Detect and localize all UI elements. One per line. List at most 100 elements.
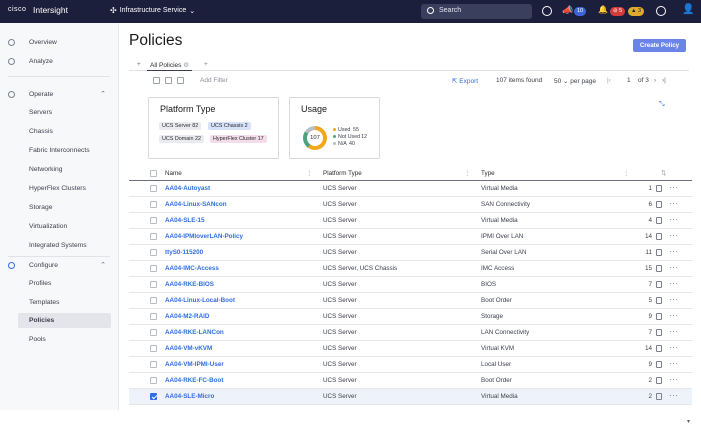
more-actions-icon[interactable]: ··· bbox=[669, 247, 679, 256]
row-checkbox[interactable] bbox=[150, 377, 157, 384]
policy-name-link[interactable]: AA04-RKE-LANCon bbox=[165, 329, 224, 336]
tab-all-policies[interactable]: All Policies ⚙ bbox=[147, 61, 193, 71]
document-icon[interactable] bbox=[656, 329, 662, 336]
table-row[interactable]: AA04-RKE-FC-Boot UCS Server Boot Order 2 ··· bbox=[129, 373, 692, 389]
tag-icon[interactable] bbox=[165, 77, 172, 84]
document-icon[interactable] bbox=[656, 345, 662, 352]
row-checkbox[interactable] bbox=[150, 185, 157, 192]
more-actions-icon[interactable]: ··· bbox=[669, 343, 679, 352]
column-resize-handle[interactable]: ⋮ bbox=[306, 170, 312, 177]
row-checkbox[interactable] bbox=[150, 233, 157, 240]
chip-ucs-chassis[interactable]: UCS Chassis 2 bbox=[208, 122, 251, 130]
document-icon[interactable] bbox=[656, 233, 662, 240]
document-icon[interactable] bbox=[656, 185, 662, 192]
new-tab-button[interactable]: + bbox=[204, 61, 208, 68]
more-actions-icon[interactable]: ··· bbox=[669, 327, 679, 336]
table-row[interactable]: ttyS0-115200 UCS Server Serial Over LAN 11 ·… bbox=[129, 245, 692, 261]
policy-name-link[interactable]: AA04-IPMIoverLAN-Policy bbox=[165, 233, 243, 240]
sidebar-item-analyze[interactable]: Analyze bbox=[0, 54, 118, 69]
global-search[interactable]: Search bbox=[421, 4, 532, 19]
row-checkbox[interactable] bbox=[150, 249, 157, 256]
policy-name-link[interactable]: AA04-VM-vKVM bbox=[165, 345, 212, 352]
document-icon[interactable] bbox=[656, 297, 662, 304]
sidebar-item-integrated-systems[interactable]: Integrated Systems bbox=[0, 238, 118, 253]
more-actions-icon[interactable]: ··· bbox=[669, 375, 679, 384]
document-icon[interactable] bbox=[656, 201, 662, 208]
export-button[interactable]: ⇱ Export bbox=[452, 77, 478, 85]
create-policy-button[interactable]: Create Policy bbox=[633, 39, 686, 52]
sidebar-item-fabric-interconnects[interactable]: Fabric Interconnects bbox=[0, 143, 118, 158]
table-row[interactable]: AA04-SLE-15 UCS Server Virtual Media 4 ··· bbox=[129, 213, 692, 229]
column-header-type[interactable]: Type bbox=[481, 170, 495, 177]
page-next-button[interactable]: › bbox=[654, 77, 656, 84]
table-row[interactable]: AA04-SLE-Micro UCS Server Virtual Media 2 ··… bbox=[129, 389, 692, 405]
table-scrollbar[interactable]: ▾ bbox=[687, 418, 693, 425]
row-checkbox[interactable] bbox=[150, 201, 157, 208]
policy-name-link[interactable]: AA04-Autoyast bbox=[165, 185, 210, 192]
sidebar-item-profiles[interactable]: Profiles bbox=[0, 276, 118, 291]
sidebar-section-configure[interactable]: Configure ⌃ bbox=[0, 258, 118, 273]
more-actions-icon[interactable]: ··· bbox=[669, 359, 679, 368]
document-icon[interactable] bbox=[656, 217, 662, 224]
sidebar-item-storage[interactable]: Storage bbox=[0, 200, 118, 215]
chip-ucs-server[interactable]: UCS Server 82 bbox=[159, 122, 202, 130]
sidebar-item-networking[interactable]: Networking bbox=[0, 162, 118, 177]
more-actions-icon[interactable]: ··· bbox=[669, 215, 679, 224]
policy-name-link[interactable]: AA04-Linux-SANcon bbox=[165, 201, 227, 208]
page-number-input[interactable]: 1 bbox=[627, 77, 631, 84]
policy-name-link[interactable]: AA04-SLE-Micro bbox=[165, 393, 214, 400]
chip-ucs-domain[interactable]: UCS Domain 22 bbox=[159, 135, 204, 143]
row-checkbox[interactable] bbox=[150, 329, 157, 336]
select-all-checkbox[interactable] bbox=[150, 170, 157, 177]
column-header-platform[interactable]: Platform Type bbox=[323, 170, 362, 177]
sidebar-item-virtualization[interactable]: Virtualization bbox=[0, 219, 118, 234]
filter-input[interactable]: Add Filter bbox=[200, 77, 228, 84]
policy-name-link[interactable]: AA04-VM-IPMI-User bbox=[165, 361, 224, 368]
policy-name-link[interactable]: ttyS0-115200 bbox=[165, 249, 203, 256]
row-checkbox[interactable] bbox=[150, 217, 157, 224]
page-last-button[interactable]: ›| bbox=[662, 77, 666, 84]
sidebar-item-templates[interactable]: Templates bbox=[0, 295, 118, 310]
notification-count[interactable]: 10 bbox=[574, 7, 587, 16]
more-actions-icon[interactable]: ··· bbox=[669, 199, 679, 208]
more-actions-icon[interactable]: ··· bbox=[669, 231, 679, 240]
table-row[interactable]: AA04-VM-IPMI-User UCS Server Local User 9 ··… bbox=[129, 357, 692, 373]
delete-icon[interactable] bbox=[177, 77, 184, 84]
help-icon[interactable] bbox=[656, 6, 666, 16]
bell-icon[interactable]: 🔔 bbox=[598, 5, 608, 14]
row-checkbox[interactable] bbox=[150, 265, 157, 272]
settings-icon[interactable]: ⚙ bbox=[183, 62, 189, 69]
document-icon[interactable] bbox=[656, 313, 662, 320]
table-row[interactable]: AA04-RKE-BIOS UCS Server BIOS 7 ··· bbox=[129, 277, 692, 293]
table-row[interactable]: AA04-IMC-Access UCS Server, UCS Chassis IM… bbox=[129, 261, 692, 277]
more-actions-icon[interactable]: ··· bbox=[669, 311, 679, 320]
table-row[interactable]: AA04-Linux-SANcon UCS Server SAN Connectiv… bbox=[129, 197, 692, 213]
table-row[interactable]: AA04-VM-vKVM UCS Server Virtual KVM 14 ··· bbox=[129, 341, 692, 357]
table-row[interactable]: AA04-IPMIoverLAN-Policy UCS Server IPMI Ov… bbox=[129, 229, 692, 245]
column-header-name[interactable]: Name bbox=[165, 170, 182, 177]
user-icon[interactable]: 👤 bbox=[682, 4, 694, 15]
document-icon[interactable] bbox=[656, 377, 662, 384]
row-checkbox[interactable] bbox=[150, 281, 157, 288]
page-prev-button[interactable]: |‹ bbox=[607, 77, 611, 84]
column-resize-handle[interactable]: ⋮ bbox=[464, 170, 470, 177]
document-icon[interactable] bbox=[656, 281, 662, 288]
document-icon[interactable] bbox=[656, 393, 662, 400]
announcement-icon[interactable]: 📣 bbox=[562, 5, 573, 16]
sidebar-item-overview[interactable]: Overview bbox=[0, 35, 118, 50]
more-actions-icon[interactable]: ··· bbox=[669, 263, 679, 272]
policy-name-link[interactable]: AA04-IMC-Access bbox=[165, 265, 219, 272]
table-row[interactable]: AA04-RKE-LANCon UCS Server LAN Connectivit… bbox=[129, 325, 692, 341]
more-actions-icon[interactable]: ··· bbox=[669, 295, 679, 304]
document-icon[interactable] bbox=[656, 361, 662, 368]
table-row[interactable]: AA04-M2-RAID UCS Server Storage 9 ··· bbox=[129, 309, 692, 325]
more-actions-icon[interactable]: ··· bbox=[669, 183, 679, 192]
policy-name-link[interactable]: AA04-SLE-15 bbox=[165, 217, 205, 224]
warning-alarm-badge[interactable]: ▲ 3 bbox=[628, 7, 645, 16]
more-actions-icon[interactable]: ··· bbox=[669, 391, 679, 400]
sidebar-item-chassis[interactable]: Chassis bbox=[0, 124, 118, 139]
tasks-icon[interactable] bbox=[542, 6, 552, 16]
collapse-icon[interactable]: ⤡ bbox=[659, 101, 665, 109]
sidebar-item-hyperflex-clusters[interactable]: HyperFlex Clusters bbox=[0, 181, 118, 196]
policy-name-link[interactable]: AA04-RKE-BIOS bbox=[165, 281, 214, 288]
